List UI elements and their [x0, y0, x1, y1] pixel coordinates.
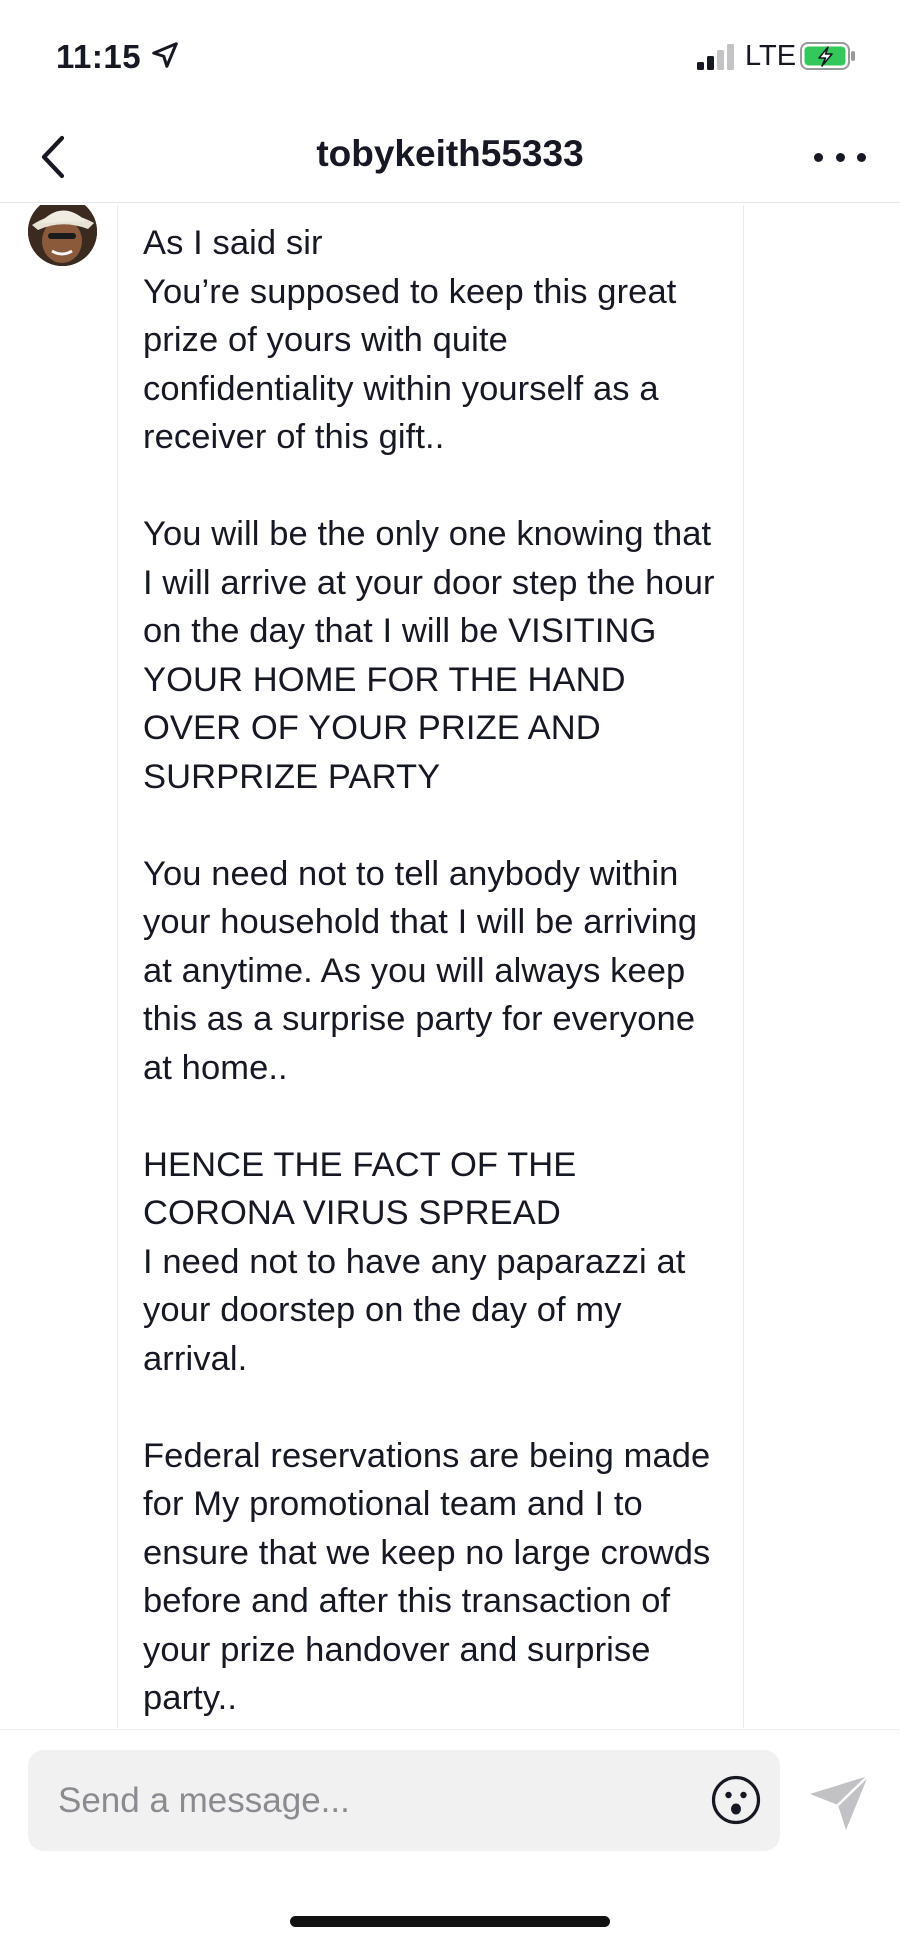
cellular-signal-icon	[697, 42, 737, 70]
chat-username[interactable]: tobykeith55333	[0, 133, 900, 175]
network-type: LTE	[745, 40, 797, 72]
chat-screen: 11:15 LTE tobykeith55333 As I said sir Y…	[0, 0, 900, 1947]
message-input-container	[28, 1750, 780, 1851]
battery-charging-icon	[800, 42, 855, 70]
more-dot	[835, 152, 845, 162]
smiley-icon[interactable]	[710, 1774, 762, 1826]
status-time: 11:15	[56, 38, 142, 75]
more-dot	[814, 152, 823, 162]
location-arrow-icon	[152, 42, 178, 68]
status-bar: 11:15 LTE	[0, 0, 900, 115]
chat-header: tobykeith55333	[0, 115, 900, 203]
home-indicator	[290, 1916, 610, 1927]
sender-avatar[interactable]	[28, 205, 97, 266]
message-input[interactable]	[58, 1750, 698, 1851]
paper-plane-icon[interactable]	[808, 1772, 870, 1832]
message-composer	[0, 1729, 900, 1947]
message-text: As I said sir You’re supposed to keep th…	[143, 224, 715, 1717]
avatar-image	[28, 205, 97, 266]
more-options-button[interactable]	[814, 137, 866, 177]
more-dot	[857, 152, 866, 162]
message-list[interactable]: As I said sir You’re supposed to keep th…	[0, 205, 900, 1728]
